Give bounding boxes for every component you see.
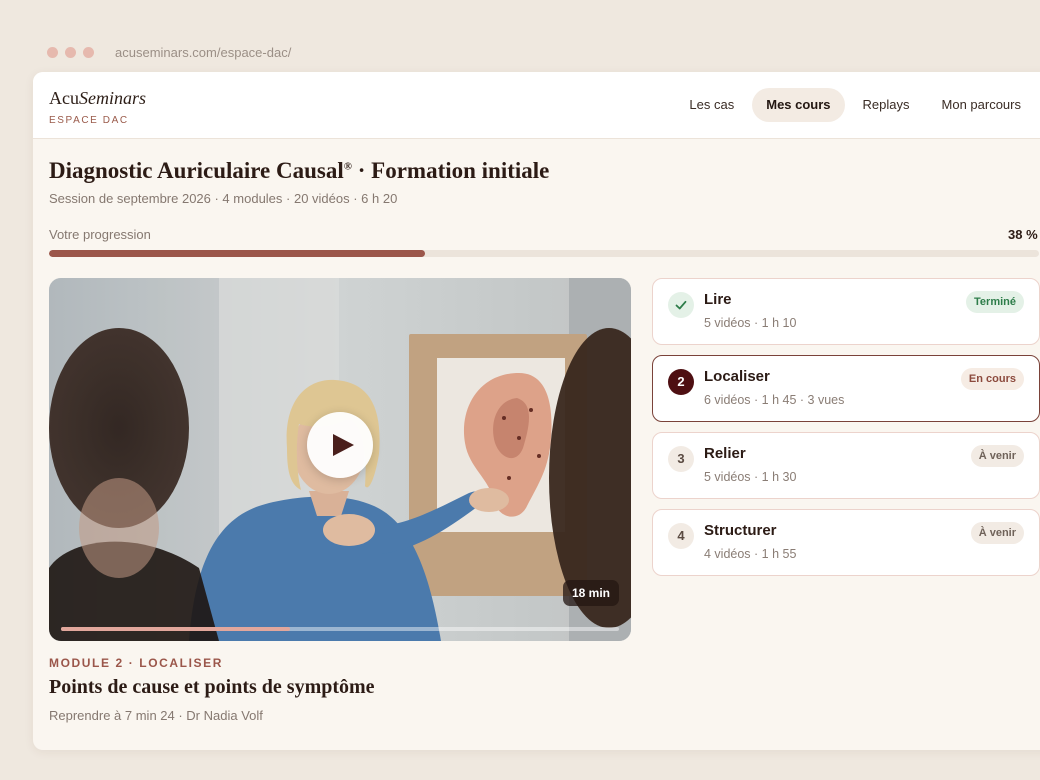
- browser-bar: acuseminars.com/espace-dac/: [0, 36, 1040, 68]
- progress-value: 38 %: [1008, 227, 1038, 242]
- top-navigation: AcuSeminars ESPACE DAC Les cas Mes cours…: [33, 72, 1040, 139]
- play-button[interactable]: [307, 412, 373, 478]
- tab-replays[interactable]: Replays: [849, 88, 924, 122]
- status-badge: En cours: [960, 368, 1024, 390]
- status-badge: Terminé: [966, 291, 1024, 313]
- module-name: Structurer: [704, 522, 777, 539]
- module-meta: 5 vidéos · 1 h 30: [704, 470, 797, 484]
- progress-label: Votre progression: [49, 227, 151, 242]
- close-dot[interactable]: [47, 46, 58, 58]
- module-card-localiser[interactable]: 2 Localiser 6 vidéos · 1 h 45 · 3 vues E…: [652, 355, 1040, 422]
- module-eyebrow: MODULE 2 · LOCALISER: [49, 656, 224, 670]
- resume-link[interactable]: Reprendre à 7 min 24 · Dr Nadia Volf: [49, 708, 263, 723]
- course-title: Diagnostic Auriculaire Causal® · Formati…: [49, 158, 550, 183]
- status-badge: À venir: [970, 445, 1024, 467]
- module-number-badge: 3: [668, 446, 694, 472]
- status-badge: À venir: [970, 522, 1024, 544]
- video-player[interactable]: 18 min: [49, 278, 631, 641]
- video-scrubber[interactable]: [61, 627, 619, 631]
- module-list: Lire 5 vidéos · 1 h 10 Terminé 2 Localis…: [652, 278, 1040, 586]
- minimize-dot[interactable]: [65, 46, 76, 58]
- module-number-badge: 4: [668, 523, 694, 549]
- module-card-structurer[interactable]: 4 Structurer 4 vidéos · 1 h 55 À venir: [652, 509, 1040, 576]
- tab-les-cas[interactable]: Les cas: [675, 88, 748, 122]
- course-progress-fill: [49, 250, 426, 257]
- tab-mon-parcours[interactable]: Mon parcours: [928, 88, 1035, 122]
- maximize-dot[interactable]: [83, 46, 94, 58]
- module-name: Relier: [704, 445, 746, 462]
- video-duration-badge: 18 min: [562, 580, 619, 606]
- brand-subtitle: ESPACE DAC: [49, 115, 129, 126]
- module-meta: 6 vidéos · 1 h 45 · 3 vues: [704, 393, 845, 407]
- module-name: Localiser: [704, 368, 770, 385]
- lesson-title[interactable]: Points de cause et points de symptôme: [49, 676, 375, 699]
- address-bar[interactable]: acuseminars.com/espace-dac/: [115, 45, 291, 60]
- app-window: AcuSeminars ESPACE DAC Les cas Mes cours…: [33, 72, 1040, 750]
- brand-logo[interactable]: AcuSeminars ESPACE DAC: [49, 88, 146, 126]
- window-controls: [47, 46, 94, 58]
- brand-name: AcuSeminars: [49, 88, 146, 108]
- main-nav: Les cas Mes cours Replays Mon parcours: [675, 88, 1035, 122]
- module-meta: 5 vidéos · 1 h 10: [704, 316, 797, 330]
- play-icon: [333, 434, 354, 456]
- module-name: Lire: [704, 291, 732, 308]
- module-meta: 4 vidéos · 1 h 55: [704, 547, 797, 561]
- module-card-lire[interactable]: Lire 5 vidéos · 1 h 10 Terminé: [652, 278, 1040, 345]
- check-icon: [675, 300, 687, 310]
- video-played-fill: [61, 627, 290, 631]
- tab-mes-cours[interactable]: Mes cours: [752, 88, 845, 122]
- course-meta: Session de septembre 2026 · 4 modules · …: [49, 191, 398, 206]
- module-card-relier[interactable]: 3 Relier 5 vidéos · 1 h 30 À venir: [652, 432, 1040, 499]
- module-check-badge: [668, 292, 694, 318]
- course-progress-bar: [49, 250, 1039, 257]
- registered-mark: ®: [343, 160, 352, 173]
- module-number-badge: 2: [668, 369, 694, 395]
